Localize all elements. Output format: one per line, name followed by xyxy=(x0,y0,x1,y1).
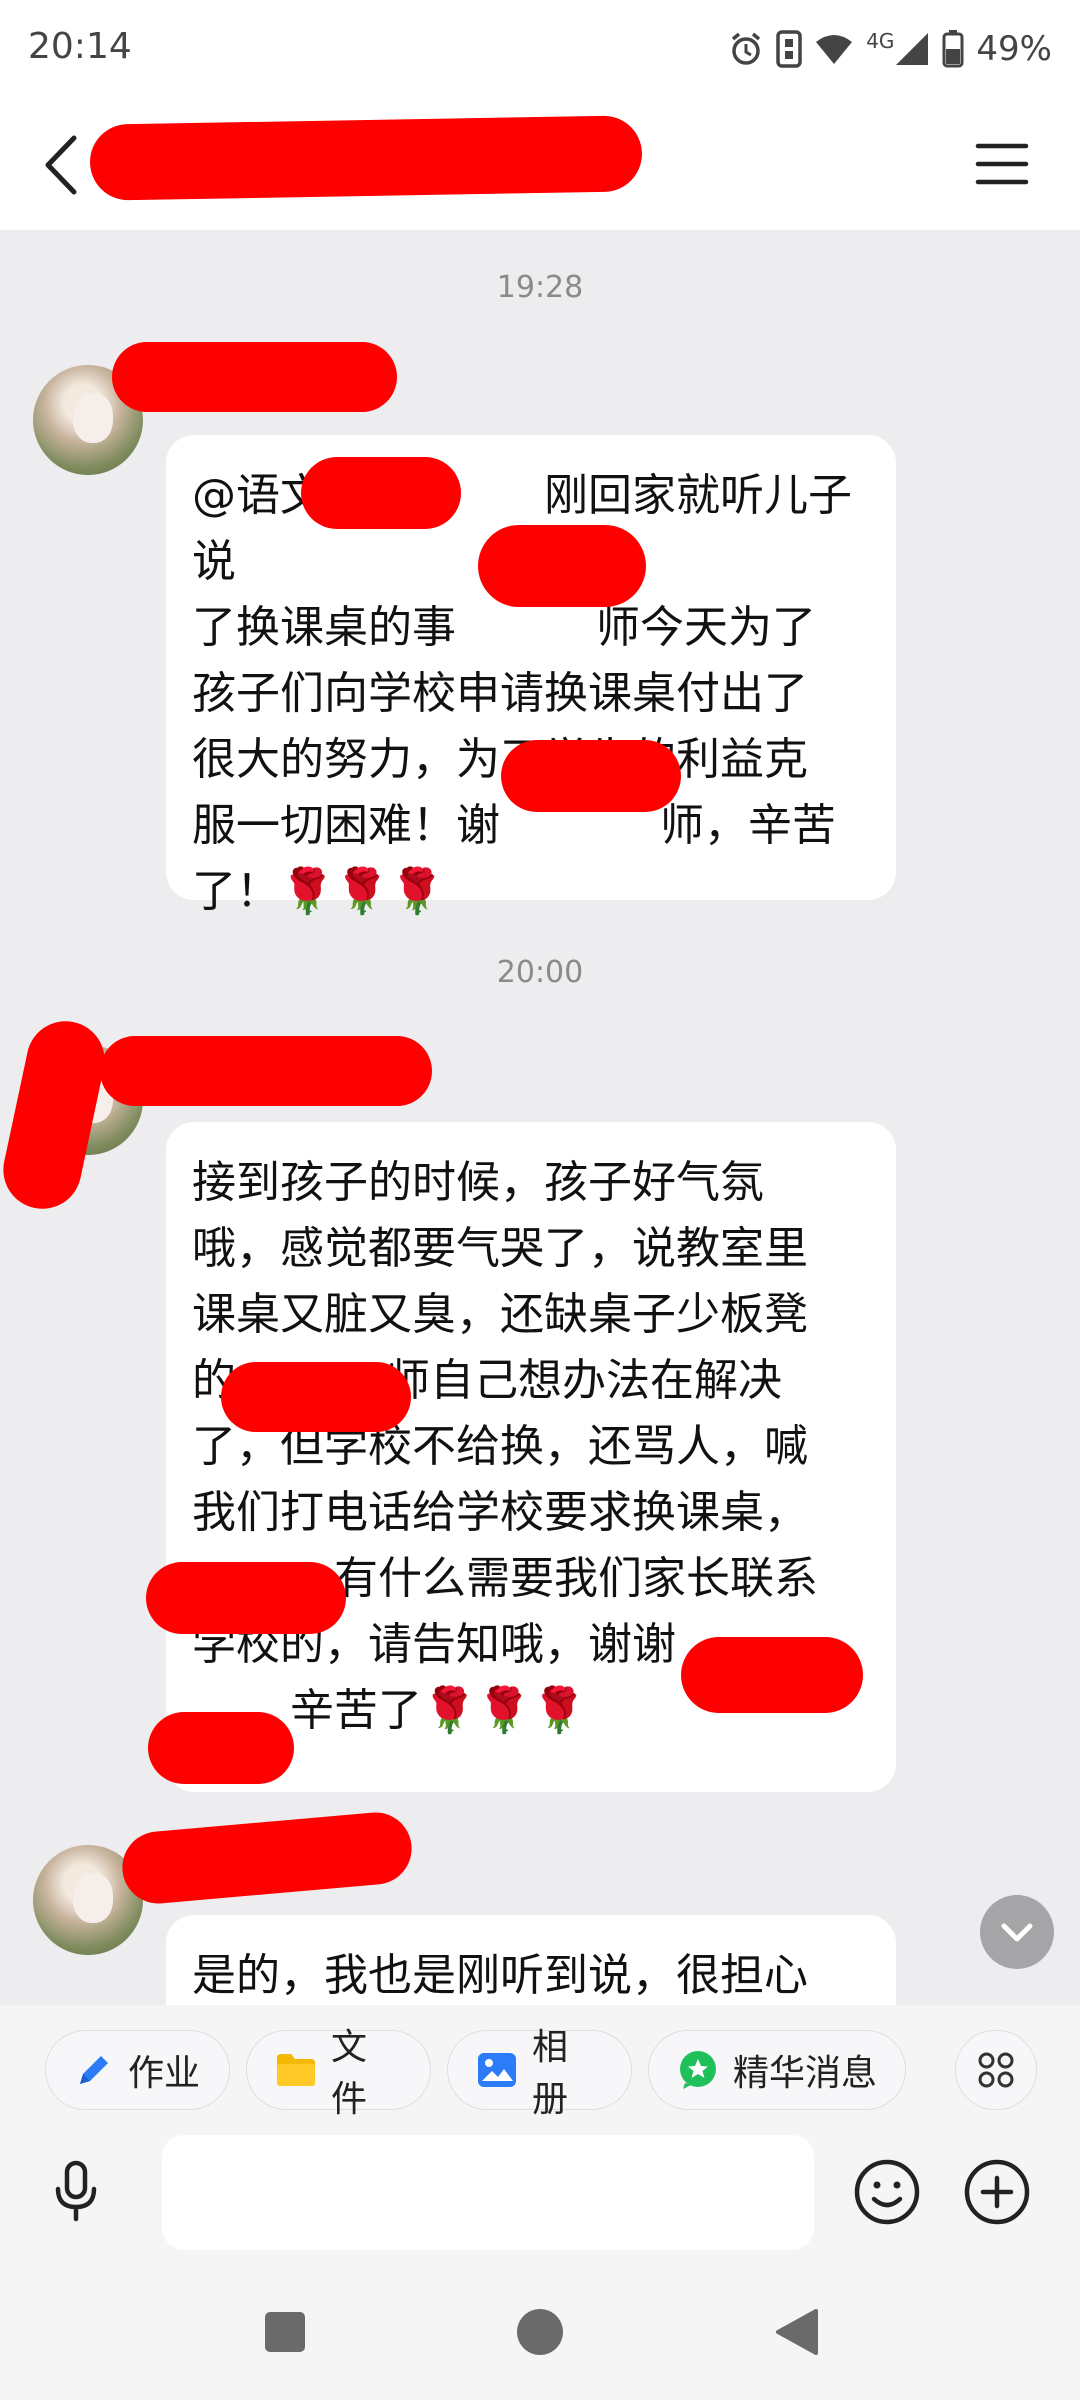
image-icon xyxy=(478,2053,516,2087)
message-input-area xyxy=(0,2135,1080,2265)
message-line: 了！🌹🌹🌹 xyxy=(192,866,445,917)
back-nav-icon[interactable] xyxy=(774,2307,820,2357)
files-label: 文件 xyxy=(331,2027,368,2120)
chevron-down-icon xyxy=(1001,1923,1033,1942)
homework-label: 作业 xyxy=(128,2053,201,2094)
album-label: 相册 xyxy=(532,2027,569,2120)
signal-icon xyxy=(896,33,929,65)
quick-tools-bar: 作业 文件 相册 精华消息 xyxy=(0,2005,1080,2135)
highlights-button[interactable]: 精华消息 xyxy=(648,2030,906,2110)
message-line: 是的，我也是刚听到说，很担心 xyxy=(192,1950,808,2001)
plus-icon[interactable] xyxy=(962,2157,1032,2227)
vibrate-icon xyxy=(776,30,802,68)
scroll-to-bottom-button[interactable] xyxy=(980,1895,1054,1969)
message-line: 接到孩子的时候，孩子好气氛 xyxy=(192,1157,764,1208)
star-badge-icon xyxy=(680,2051,716,2089)
redaction-mark xyxy=(221,1362,411,1432)
message-bubble[interactable]: @语文 刚回家就听儿子说 了换课桌的事 师今天为了 孩子们向学校申请换课桌付出了 很… xyxy=(166,435,896,917)
system-nav-bar xyxy=(0,2265,1080,2400)
timestamp-separator: 19:28 xyxy=(496,270,584,305)
pencil-icon xyxy=(80,2056,108,2084)
microphone-icon[interactable] xyxy=(46,2157,106,2227)
chevron-left-icon[interactable] xyxy=(36,130,86,200)
redacted-chat-title xyxy=(89,115,643,201)
redaction-mark xyxy=(681,1637,863,1713)
message-bubble[interactable]: 是的，我也是刚听到说，很担心 xyxy=(166,1915,896,2005)
home-icon[interactable] xyxy=(516,2308,564,2356)
redaction-mark xyxy=(501,740,681,812)
redaction-mark xyxy=(478,525,646,607)
message-input[interactable] xyxy=(162,2135,814,2250)
status-icons: 4G 49% xyxy=(728,24,1052,74)
message-line: 哦，感觉都要气哭了，说教室里 xyxy=(192,1223,808,1274)
folder-icon xyxy=(277,2054,315,2086)
emoji-icon[interactable] xyxy=(852,2157,922,2227)
alarm-icon xyxy=(732,32,761,65)
redacted-sender-name xyxy=(100,1036,432,1106)
redaction-mark xyxy=(301,457,461,529)
message-bubble[interactable]: 接到孩子的时候，孩子好气氛 哦，感觉都要气哭了，说教室里 课桌又脏又臭，还缺桌子… xyxy=(146,1122,896,1792)
recent-apps-icon[interactable] xyxy=(263,2310,307,2354)
network-type: 4G xyxy=(866,29,895,53)
redaction-mark xyxy=(146,1562,346,1634)
wifi-icon xyxy=(816,35,853,64)
message-line: 孩子们向学校申请换课桌付出了 xyxy=(192,668,808,719)
more-apps-button[interactable] xyxy=(955,2030,1037,2110)
redacted-sender-name xyxy=(112,342,397,412)
battery-percent: 49% xyxy=(976,29,1052,69)
redaction-mark xyxy=(148,1712,294,1784)
message-line: 我们打电话给学校要求换课桌， xyxy=(192,1487,808,1538)
highlights-label: 精华消息 xyxy=(733,2053,878,2094)
apps-grid-icon xyxy=(978,2052,1014,2088)
status-bar: 20:14 4G 49% xyxy=(0,0,1080,100)
status-time: 20:14 xyxy=(28,26,132,67)
homework-button[interactable]: 作业 xyxy=(45,2030,230,2110)
hamburger-menu-icon[interactable] xyxy=(974,136,1030,192)
timestamp-separator: 20:00 xyxy=(496,955,584,990)
redacted-sender-name xyxy=(119,1809,415,1907)
message-line: 课桌又脏又臭，还缺桌子少板凳 xyxy=(192,1289,808,1340)
chat-header xyxy=(0,100,1080,230)
battery-icon xyxy=(942,30,964,68)
chat-message-list[interactable]: 19:28 @语文 刚回家就听儿子说 了换课桌的事 师今天为了 孩子们向学校申请换课… xyxy=(0,230,1080,2005)
files-button[interactable]: 文件 xyxy=(246,2027,431,2120)
album-button[interactable]: 相册 xyxy=(447,2027,632,2120)
